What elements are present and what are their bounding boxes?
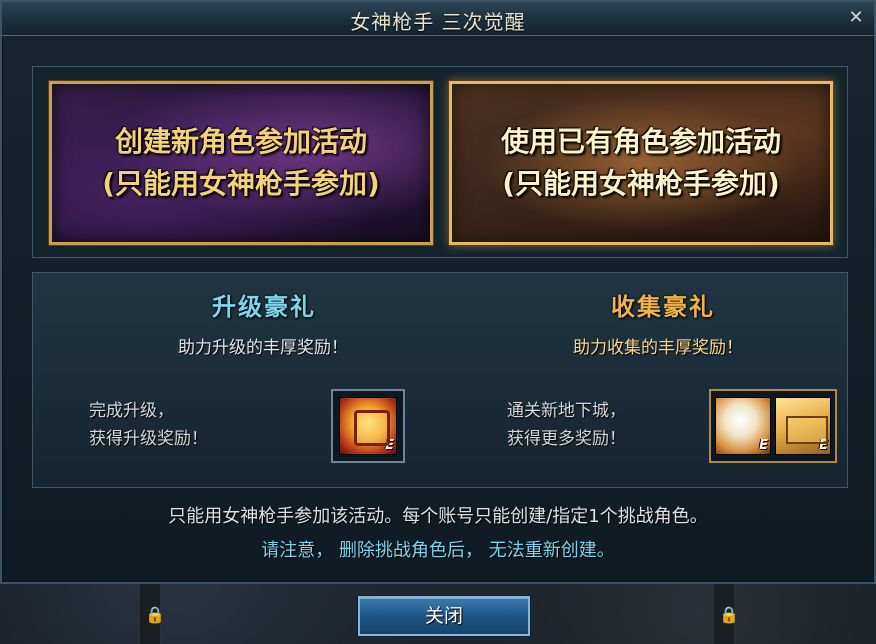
option-panel: 创建新角色参加活动 (只能用女神枪手参加) 使用已有角色参加活动 (只能用女神枪… [32,66,848,258]
use-existing-character-button[interactable]: 使用已有角色参加活动 (只能用女神枪手参加) [449,81,833,245]
collect-reward-desc: 通关新地下城， 获得更多奖励！ [507,397,626,453]
use-existing-label: 使用已有角色参加活动 [500,125,781,158]
collect-desc-line: 获得更多奖励！ [507,429,626,449]
item-badge: E [385,438,394,453]
close-button[interactable]: 关闭 [358,596,530,636]
use-existing-note: (只能用女神枪手参加) [502,167,780,200]
event-dialog: 女神枪手 三次觉醒 ✕ 创建新角色参加活动 (只能用女神枪手参加) 使用已有角色… [0,0,876,584]
levelup-desc-line: 获得升级奖励！ [89,429,208,449]
lock-icon: 🔒 [145,605,165,624]
item-badge: E [819,438,828,453]
collect-reward-title: 收集豪礼 [611,293,715,321]
close-icon[interactable]: ✕ [846,8,866,28]
reward-box-icon[interactable]: E [339,397,397,455]
collect-desc-line: 通关新地下城， [507,401,626,421]
collect-reward-slot: E E [709,389,837,463]
rewards-panel: 升级豪礼 助力升级的丰厚奖励！ 完成升级， 获得升级奖励！ E 收集豪礼 助力收… [32,272,848,488]
levelup-reward-subtitle: 助力升级的丰厚奖励！ [178,338,348,358]
reward-orb-icon[interactable]: E [715,397,771,455]
reward-chest-icon[interactable]: E [775,397,831,455]
item-badge: E [759,438,768,453]
levelup-desc-line: 完成升级， [89,401,174,421]
warning-note: 请注意， 删除挑战角色后， 无法重新创建。 [261,540,615,561]
rule-note: 只能用女神枪手参加该活动。每个账号只能创建/指定1个挑战角色。 [168,506,708,527]
collect-reward-subtitle: 助力收集的丰厚奖励！ [573,338,743,358]
levelup-reward-title: 升级豪礼 [212,293,316,321]
levelup-reward-desc: 完成升级， 获得升级奖励！ [89,397,208,453]
levelup-reward-slot: E [331,389,405,463]
dialog-title: 女神枪手 三次觉醒 [350,10,526,34]
create-new-character-button[interactable]: 创建新角色参加活动 (只能用女神枪手参加) [49,81,433,245]
lock-icon: 🔒 [719,605,739,624]
create-new-label: 创建新角色参加活动 [114,125,367,158]
title-bar: 女神枪手 三次觉醒 ✕ [2,2,874,36]
create-new-note: (只能用女神枪手参加) [102,167,380,200]
